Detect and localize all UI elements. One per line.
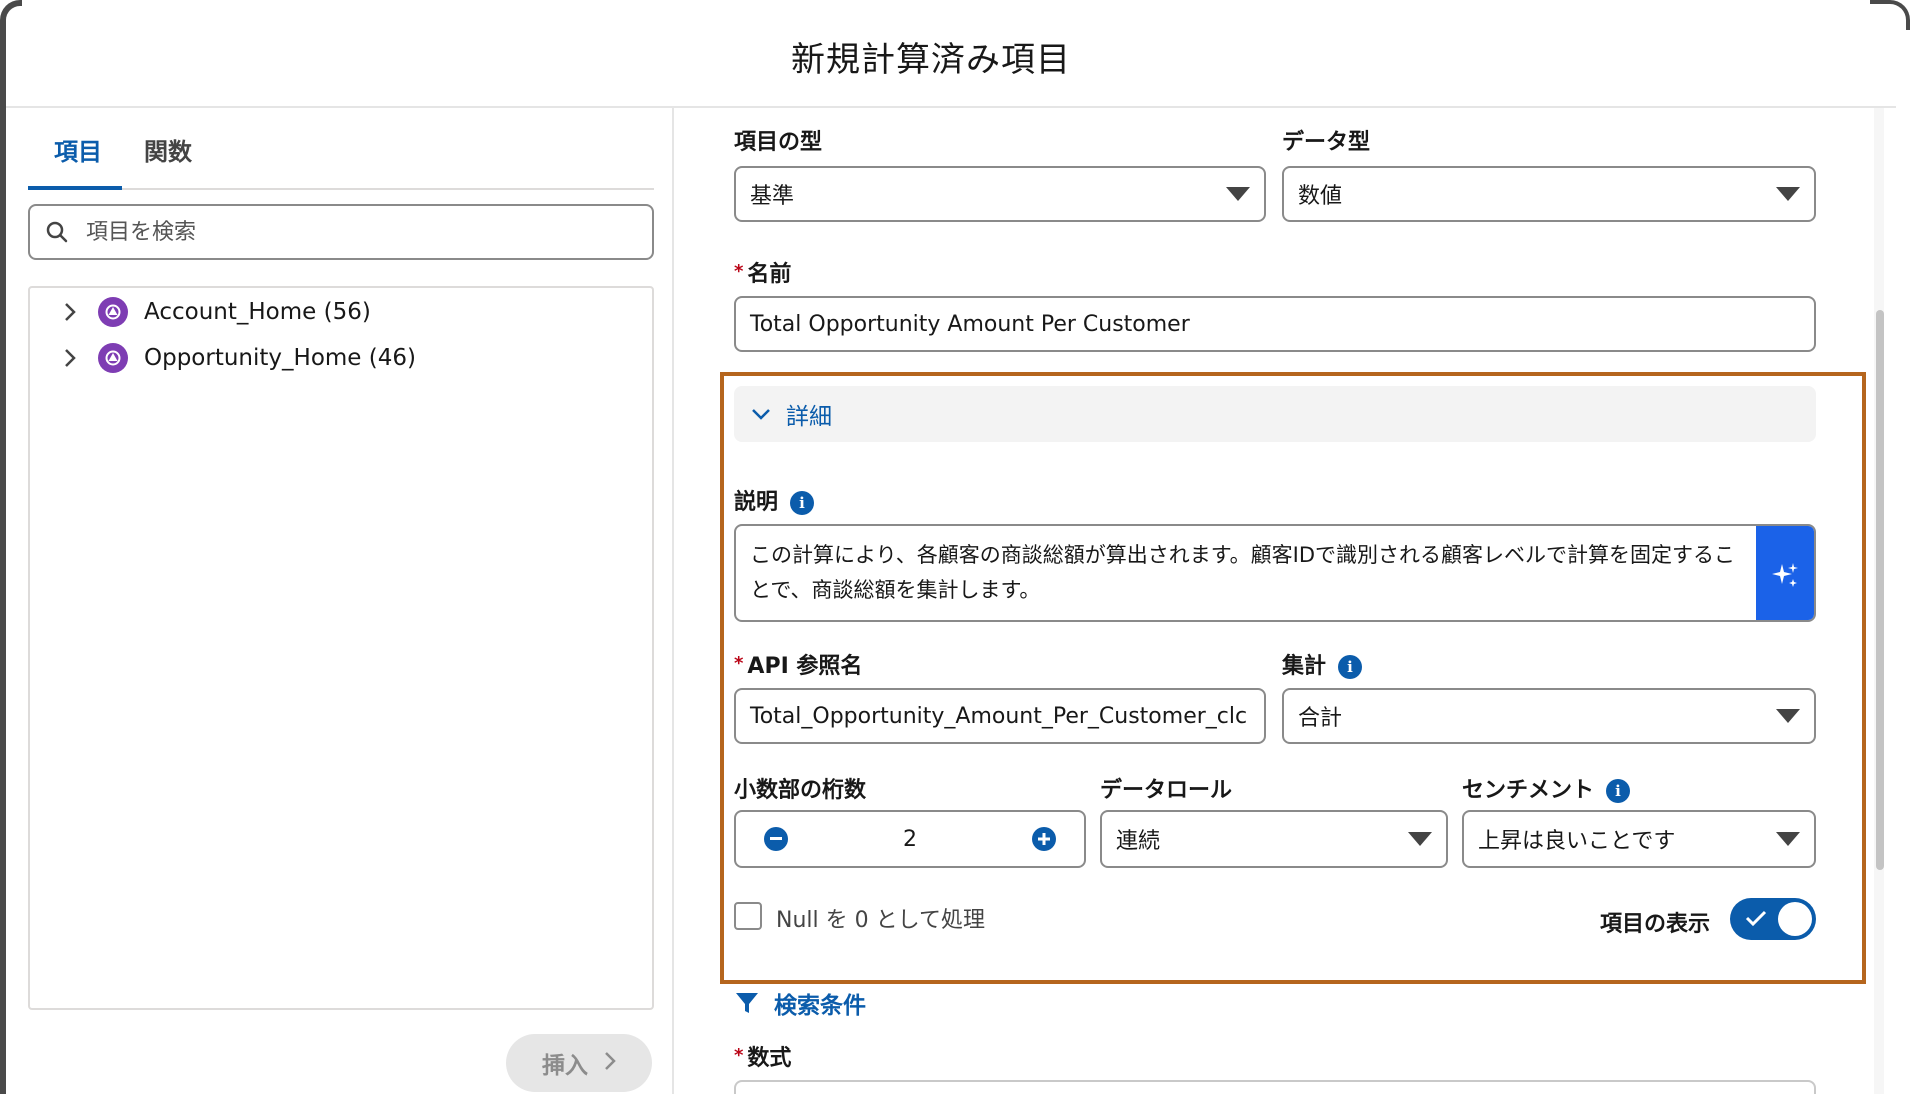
sentiment-value: 上昇は良いことです [1478, 829, 1676, 854]
name-input[interactable]: Total Opportunity Amount Per Customer [734, 296, 1816, 352]
caret-down-icon [1776, 709, 1800, 723]
tab-fields[interactable]: 項目 [54, 132, 102, 167]
sentiment-label-text: センチメント [1462, 778, 1595, 803]
api-name-input[interactable]: Total_Opportunity_Amount_Per_Customer_cl… [734, 688, 1266, 744]
caret-down-icon [1408, 832, 1432, 846]
filter-link[interactable]: 検索条件 [734, 986, 866, 1020]
aggregation-label: 集計 i [1282, 648, 1363, 680]
info-icon[interactable]: i [1338, 655, 1363, 679]
check-icon [1745, 910, 1767, 927]
chevron-down-icon [750, 403, 772, 425]
description-text: この計算により、各顧客の商談総額が算出されます。顧客IDで識別される顧客レベルで… [750, 543, 1735, 602]
field-type-value: 基準 [750, 184, 795, 209]
minus-icon[interactable] [764, 827, 788, 851]
modal: 新規計算済み項目 項目 関数 Account_Home (56) [0, 0, 1914, 1094]
tree-item-account-home[interactable]: Account_Home (56) [58, 292, 371, 332]
field-browser-panel: 項目 関数 Account_Home (56) [6, 108, 674, 1094]
tab-bar: 項目 関数 [28, 118, 654, 190]
formula-label-text: 数式 [747, 1046, 792, 1071]
data-role-value: 連続 [1116, 829, 1161, 854]
field-type-label: 項目の型 [734, 130, 823, 155]
info-icon[interactable]: i [1606, 779, 1631, 803]
dataset-icon [98, 297, 128, 327]
chevron-right-icon [604, 1048, 616, 1078]
field-type-select[interactable]: 基準 [734, 166, 1266, 222]
name-label-text: 名前 [747, 262, 792, 287]
insert-button[interactable]: 挿入 [506, 1034, 652, 1092]
filter-icon [736, 993, 758, 1013]
show-field-label: 項目の表示 [1600, 912, 1711, 937]
field-tree: Account_Home (56) Opportunity_Home (46) [28, 286, 654, 1010]
aggregation-value: 合計 [1298, 706, 1343, 731]
description-label-text: 説明 [734, 490, 779, 515]
data-role-label: データロール [1100, 778, 1233, 803]
filter-label: 検索条件 [774, 993, 866, 1019]
caret-down-icon [1226, 187, 1250, 201]
decimals-value: 2 [903, 826, 917, 852]
details-section-toggle[interactable]: 詳細 [734, 386, 1816, 442]
chevron-right-icon[interactable] [58, 300, 82, 324]
formula-editor[interactable] [734, 1080, 1816, 1094]
sentiment-label: センチメント i [1462, 772, 1631, 804]
tree-item-opportunity-home[interactable]: Opportunity_Home (46) [58, 338, 416, 378]
sparkle-icon [1772, 563, 1798, 587]
null-as-zero-label: Null を 0 として処理 [776, 908, 985, 933]
api-name-label-text: API 参照名 [747, 654, 863, 679]
data-type-label: データ型 [1282, 130, 1371, 155]
modal-header: 新規計算済み項目 [6, 6, 1896, 108]
toggle-knob [1778, 902, 1812, 936]
scrollbar-thumb[interactable] [1876, 310, 1884, 870]
description-textarea[interactable]: この計算により、各顧客の商談総額が算出されます。顧客IDで識別される顧客レベルで… [734, 524, 1816, 622]
active-tab-indicator [28, 186, 122, 190]
decimals-label: 小数部の桁数 [734, 778, 867, 803]
required-marker: * [734, 261, 744, 282]
caret-down-icon [1776, 832, 1800, 846]
sentiment-select[interactable]: 上昇は良いことです [1462, 810, 1816, 868]
details-title: 詳細 [786, 404, 832, 430]
decimals-stepper[interactable]: 2 [734, 810, 1086, 868]
plus-icon[interactable] [1032, 827, 1056, 851]
caret-down-icon [1776, 187, 1800, 201]
dataset-icon [98, 343, 128, 373]
ai-generate-button[interactable] [1756, 526, 1814, 620]
show-field-toggle[interactable] [1730, 898, 1816, 940]
formula-label: * 数式 [734, 1040, 791, 1072]
info-icon[interactable]: i [790, 491, 815, 515]
api-name-label: * API 参照名 [734, 648, 862, 680]
tab-functions[interactable]: 関数 [144, 132, 192, 167]
search-input[interactable] [86, 219, 626, 245]
data-type-select[interactable]: 数値 [1282, 166, 1816, 222]
search-icon [46, 221, 68, 243]
required-marker: * [734, 1045, 744, 1066]
aggregation-select[interactable]: 合計 [1282, 688, 1816, 744]
insert-button-label: 挿入 [542, 1053, 588, 1079]
data-role-select[interactable]: 連続 [1100, 810, 1448, 868]
chevron-right-icon[interactable] [58, 346, 82, 370]
tree-item-label: Opportunity_Home (46) [144, 345, 416, 371]
field-search[interactable] [28, 204, 654, 260]
description-label: 説明 i [734, 484, 815, 516]
data-type-value: 数値 [1298, 184, 1343, 209]
name-label: * 名前 [734, 256, 791, 288]
required-marker: * [734, 653, 744, 674]
aggregation-label-text: 集計 [1282, 654, 1327, 679]
null-as-zero-checkbox[interactable] [734, 902, 762, 930]
modal-title: 新規計算済み項目 [791, 39, 1071, 80]
tree-item-label: Account_Home (56) [144, 299, 371, 325]
